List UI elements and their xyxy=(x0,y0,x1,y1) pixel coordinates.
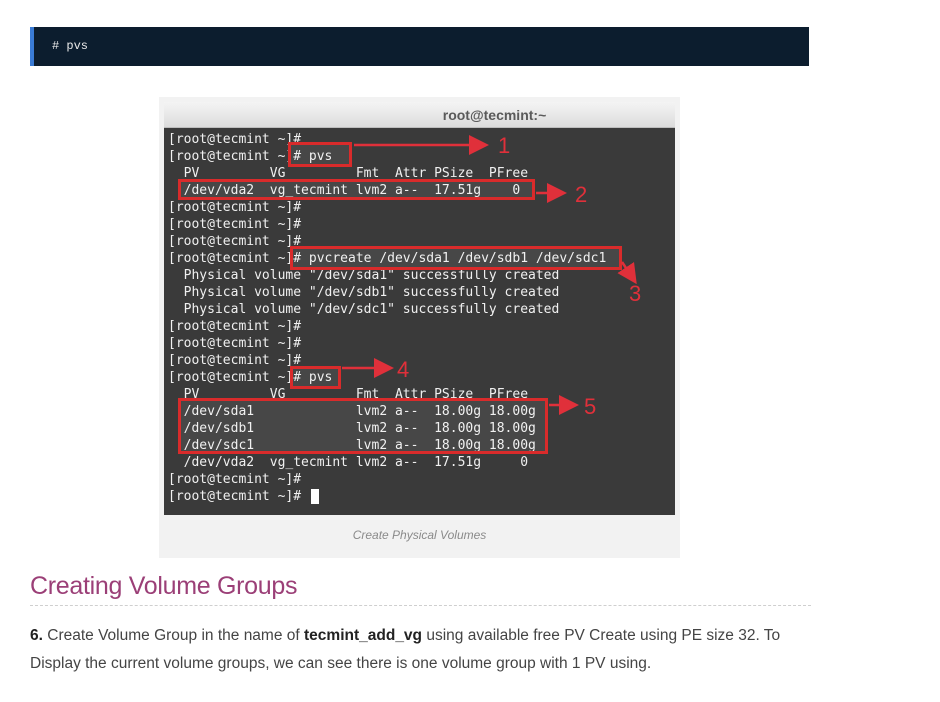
annotation-label-5: 5 xyxy=(584,394,596,419)
figure-caption: Create Physical Volumes xyxy=(352,528,487,542)
arrow-3 xyxy=(617,261,637,285)
step-text-before: Create Volume Group in the name of xyxy=(42,627,305,644)
terminal-screenshot: root@tecmint:~ [root@tecmint ~]# [root@te… xyxy=(164,102,675,515)
annotation-label-4: 4 xyxy=(397,357,409,382)
code-command: # pvs xyxy=(52,39,89,53)
step-paragraph: 6. Create Volume Group in the name of te… xyxy=(30,622,810,678)
step-number: 6. xyxy=(30,627,43,644)
figure: root@tecmint:~ [root@tecmint ~]# [root@te… xyxy=(159,97,680,558)
code-block: # pvs xyxy=(30,27,809,66)
vg-name: tecmint_add_vg xyxy=(304,627,423,644)
annotation-label-3: 3 xyxy=(629,281,641,306)
section-heading: Creating Volume Groups xyxy=(30,572,298,600)
heading-divider xyxy=(30,605,811,606)
annotation-label-1: 1 xyxy=(498,133,510,158)
annotation-arrows: 1 2 3 4 5 xyxy=(342,133,641,419)
annotation-label-2: 2 xyxy=(575,182,587,207)
